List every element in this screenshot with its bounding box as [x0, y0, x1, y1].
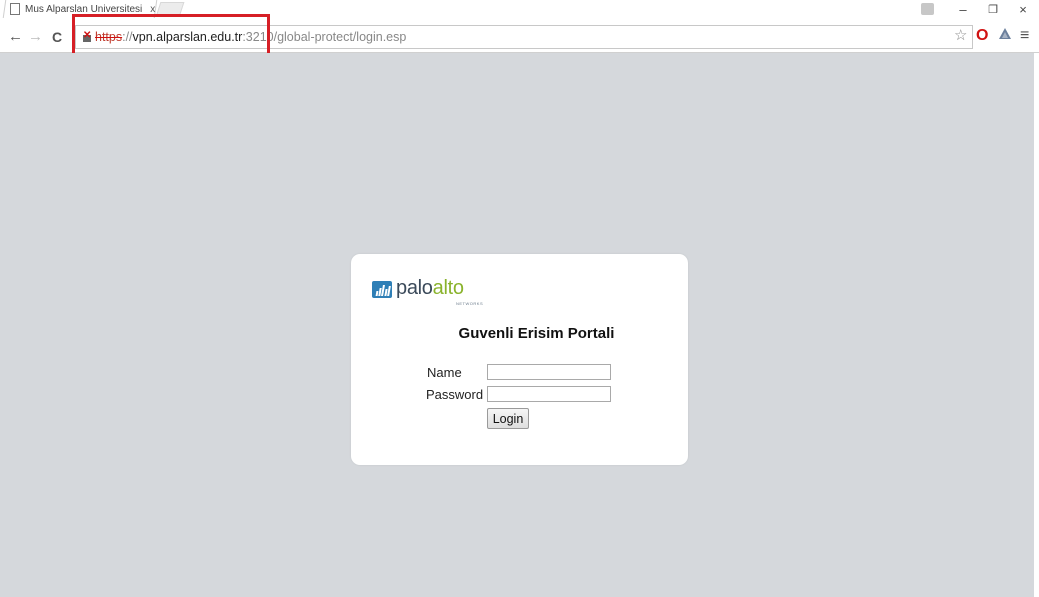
- name-input[interactable]: [487, 364, 611, 380]
- page-viewport: paloalto NETWORKS Guvenli Erisim Portali…: [0, 53, 1034, 597]
- minimize-button[interactable]: –: [954, 0, 972, 18]
- password-label: Password: [426, 387, 484, 402]
- paloalto-logo: paloalto NETWORKS: [372, 276, 483, 306]
- tab-close-icon[interactable]: x: [150, 4, 155, 15]
- login-button[interactable]: Login: [487, 408, 529, 429]
- drive-icon: [999, 28, 1011, 39]
- login-card: paloalto NETWORKS Guvenli Erisim Portali…: [351, 254, 688, 465]
- extension-icon[interactable]: [998, 27, 1012, 46]
- logo-subtitle: NETWORKS: [456, 301, 484, 306]
- opera-extension-icon[interactable]: O: [976, 27, 988, 45]
- vertical-scrollbar[interactable]: [1034, 53, 1039, 597]
- password-input[interactable]: [487, 386, 611, 402]
- maximize-button[interactable]: ❐: [984, 0, 1002, 18]
- page-icon: [10, 3, 20, 15]
- portal-title: Guvenli Erisim Portali: [458, 325, 615, 342]
- paloalto-logo-mark-icon: [372, 281, 392, 298]
- browser-menu-icon[interactable]: ≡: [1020, 27, 1029, 45]
- logo-wordmark: paloalto: [396, 277, 464, 299]
- name-label: Name: [427, 365, 462, 380]
- tab-title: Mus Alparslan Universitesi: [25, 3, 143, 15]
- user-profile-icon[interactable]: [918, 0, 936, 18]
- browser-window: Mus Alparslan Universitesi x – ❐ × ← → C…: [0, 0, 1039, 597]
- bookmark-star-icon[interactable]: ☆: [954, 27, 967, 45]
- back-button[interactable]: ←: [8, 28, 23, 46]
- forward-button[interactable]: →: [28, 28, 43, 46]
- close-window-button[interactable]: ×: [1014, 0, 1032, 18]
- reload-button[interactable]: C: [52, 28, 62, 46]
